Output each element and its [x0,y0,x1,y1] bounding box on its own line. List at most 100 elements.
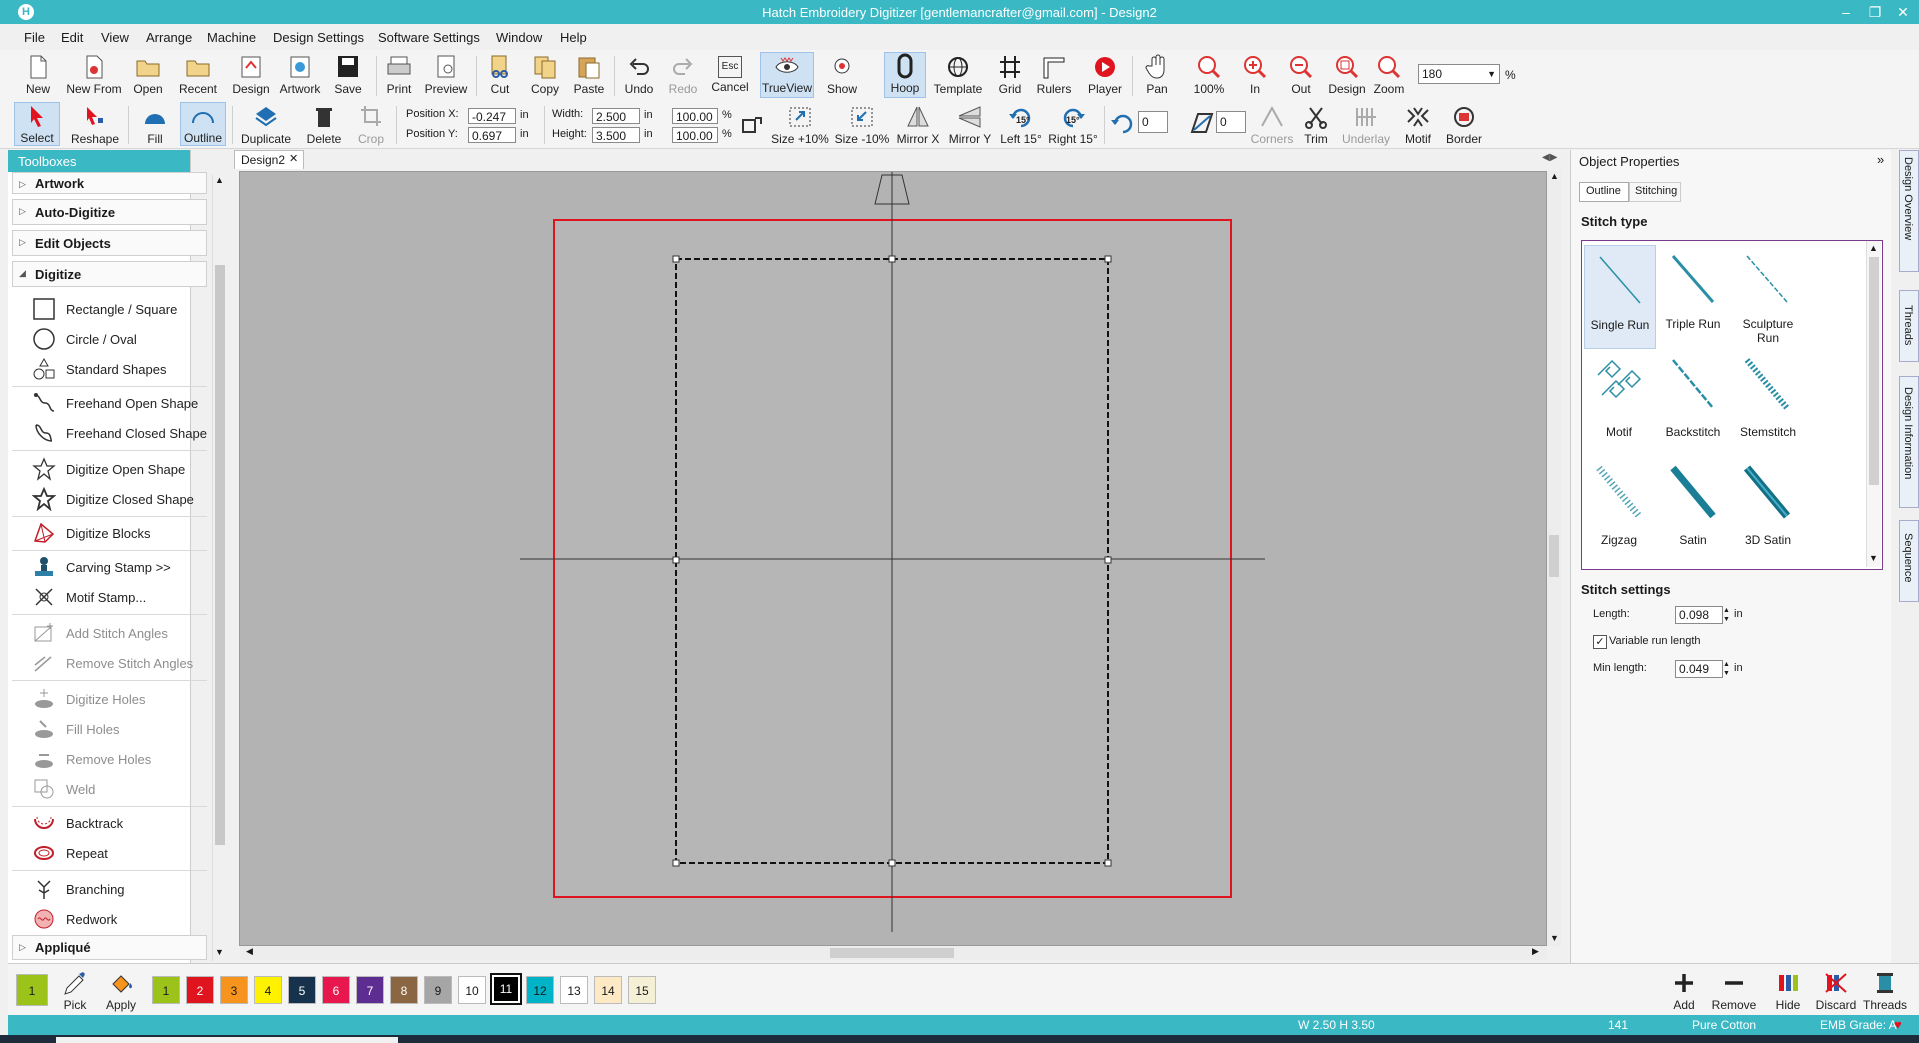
color-swatch-5[interactable]: 5 [288,976,316,1004]
scale-width-input[interactable]: 100.00 [672,108,718,124]
toolbox-scrollbar[interactable]: ▲ ▼ [212,175,227,961]
current-color-swatch[interactable]: 1 [16,974,48,1006]
canvas-hscroll-thumb[interactable] [830,948,954,958]
corners-button[interactable]: Corners [1250,104,1294,146]
canvas-vertical-scrollbar[interactable]: ▲ ▼ [1547,171,1561,946]
fill-button[interactable]: Fill [138,104,172,146]
menu-edit[interactable]: Edit [61,30,83,45]
delete-button[interactable]: Delete [304,104,344,146]
side-tab-design-information[interactable]: Design Information [1899,376,1919,508]
min-length-input[interactable]: 0.049 [1675,660,1723,678]
scroll-down-icon[interactable]: ▼ [1550,933,1559,943]
zoom-in-button[interactable]: In [1238,54,1272,96]
scroll-right-icon[interactable]: ▶ [1532,946,1539,957]
color-swatch-6[interactable]: 6 [322,976,350,1004]
stitch-stemstitch[interactable]: Stemstitch [1730,353,1806,455]
scroll-up-icon[interactable]: ▲ [1550,171,1559,181]
min-length-spinner-icon[interactable]: ▲ ▼ [1723,660,1730,678]
design-canvas[interactable] [239,171,1547,946]
menu-help[interactable]: Help [560,30,587,45]
new-button[interactable]: New [22,54,54,96]
stitch-backstitch[interactable]: Backstitch [1658,353,1728,455]
save-button[interactable]: Save [332,54,364,96]
zoom-100-button[interactable]: 100% [1192,54,1226,96]
color-swatch-14[interactable]: 14 [594,976,622,1004]
rulers-button[interactable]: Rulers [1034,54,1074,96]
color-swatch-11-selected[interactable]: 11 [490,973,522,1005]
menu-machine[interactable]: Machine [207,30,256,45]
scroll-left-icon[interactable]: ◀ [246,946,253,957]
length-spinner-icon[interactable]: ▲ ▼ [1723,606,1730,624]
position-x-input[interactable]: -0.247 [468,108,516,124]
menu-software-settings[interactable]: Software Settings [378,30,480,45]
scroll-up-icon[interactable]: ▲ [1869,243,1878,253]
crop-button[interactable]: Crop [354,104,388,146]
rotate-angle-input[interactable]: 0 [1138,111,1168,133]
pan-button[interactable]: Pan [1140,54,1174,96]
length-input[interactable]: 0.098 [1675,606,1723,624]
scroll-up-icon[interactable]: ▲ [215,175,224,185]
player-button[interactable]: Player [1086,54,1124,96]
undo-button[interactable]: Undo [622,54,656,96]
zoom-design-button[interactable]: Design [1326,54,1368,96]
canvas-vscroll-thumb[interactable] [1549,535,1559,577]
color-swatch-8[interactable]: 8 [390,976,418,1004]
trueview-button[interactable]: TrueView [760,52,814,98]
tab-close-icon[interactable]: ✕ [289,152,298,165]
stitch-sculpture-run[interactable]: Sculpture Run [1730,245,1806,347]
stitch-motif[interactable]: Motif [1584,353,1654,455]
minimize-icon[interactable]: – [1833,2,1859,22]
slant-angle-input[interactable]: 0 [1216,111,1246,133]
tab-nav-icon[interactable]: ◀▶ [1542,152,1557,163]
tab-outline[interactable]: Outline [1579,182,1629,202]
redo-button[interactable]: Redo [666,54,700,96]
discard-thread-button[interactable]: Discard [1814,970,1858,1012]
remove-thread-button[interactable]: Remove [1710,970,1758,1012]
size-plus-button[interactable]: Size +10% [770,104,830,146]
reshape-button[interactable]: Reshape [70,104,120,146]
gallery-scrollbar[interactable]: ▲ ▼ [1866,241,1881,567]
design-button[interactable]: Design [232,54,270,96]
menu-file[interactable]: File [24,30,45,45]
scroll-down-icon[interactable]: ▼ [1869,553,1878,563]
color-swatch-13[interactable]: 13 [560,976,588,1004]
trim-button[interactable]: Trim [1298,104,1334,146]
artwork-button[interactable]: Artwork [278,54,322,96]
border-button[interactable]: Border [1442,104,1486,146]
new-from-button[interactable]: New From [66,54,122,96]
group-auto-digitize[interactable]: ▷ Auto-Digitize [12,199,207,225]
outline-button[interactable]: Outline [180,102,226,146]
menu-view[interactable]: View [101,30,129,45]
canvas-horizontal-scrollbar[interactable]: ◀ ▶ [240,946,1547,960]
side-tab-threads[interactable]: Threads [1899,290,1919,362]
taskbar-item[interactable] [56,1037,398,1043]
pick-color-button[interactable]: Pick [58,970,92,1012]
stitch-single-run[interactable]: Single Run [1584,245,1656,349]
threads-button[interactable]: Threads [1862,970,1908,1012]
side-tab-sequence[interactable]: Sequence [1899,520,1919,602]
duplicate-button[interactable]: Duplicate [238,104,294,146]
recent-button[interactable]: Recent [176,54,220,96]
color-swatch-10[interactable]: 10 [458,976,486,1004]
color-swatch-12[interactable]: 12 [526,976,554,1004]
variable-run-length-checkbox[interactable]: ✓ [1593,635,1607,649]
print-button[interactable]: Print [382,54,416,96]
position-y-input[interactable]: 0.697 [468,127,516,143]
zoom-level-select[interactable]: 180 ▼ [1418,64,1500,84]
select-button[interactable]: Select [14,102,60,146]
open-button[interactable]: Open [132,54,164,96]
hoop-button[interactable]: Hoop [884,52,926,98]
motif-button[interactable]: Motif [1398,104,1438,146]
width-input[interactable]: 2.500 [592,108,640,124]
rotate-left-button[interactable]: 15° Left 15° [998,104,1044,146]
stitch-triple-run[interactable]: Triple Run [1658,245,1728,347]
proportional-lock-icon[interactable] [740,112,764,136]
collapse-panel-icon[interactable]: » [1877,152,1884,167]
color-swatch-4[interactable]: 4 [254,976,282,1004]
side-tab-design-overview[interactable]: Design Overview [1899,150,1919,272]
color-swatch-7[interactable]: 7 [356,976,384,1004]
grid-button[interactable]: Grid [994,54,1026,96]
color-swatch-2[interactable]: 2 [186,976,214,1004]
tab-design2[interactable]: Design2 ✕ [234,150,304,169]
toolbox-scroll-thumb[interactable] [215,265,225,845]
